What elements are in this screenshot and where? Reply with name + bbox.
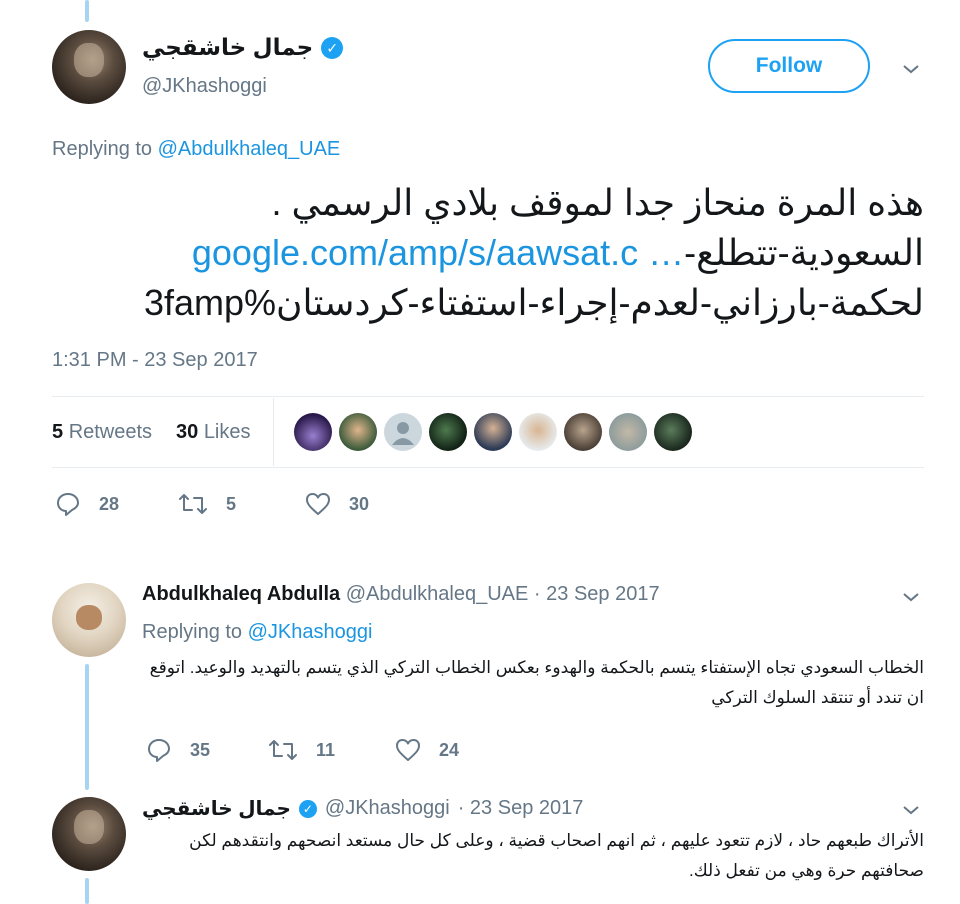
- reply2-text-line2: صحافتهم حرة وهي من تفعل ذلك.: [688, 861, 924, 880]
- thread-line-middle: [85, 664, 89, 790]
- likes-stat[interactable]: 30 Likes: [176, 421, 251, 444]
- retweets-stat[interactable]: 5 Retweets: [52, 421, 152, 444]
- thread-line-top: [85, 0, 89, 22]
- reply1-header: Abdulkhaleq Abdulla @Abdulkhaleq_UAE · 2…: [142, 583, 660, 606]
- default-user-icon: [392, 422, 414, 445]
- reply1-retweet-action[interactable]: 11: [268, 737, 335, 763]
- reply1-text-line2: ان تندد أو تنتقد السلوك التركي: [711, 688, 924, 707]
- avatar-abdulkhaleq[interactable]: [52, 583, 126, 657]
- liker-avatar[interactable]: [474, 413, 512, 451]
- heart-icon: [396, 739, 420, 761]
- replying-to: Replying to @Abdulkhaleq_UAE: [52, 138, 340, 161]
- tweet-menu-chevron-down-icon[interactable]: [902, 63, 920, 75]
- reply2-header: جمال خاشقجي ✓ @JKhashoggi · 23 Sep 2017: [142, 796, 583, 821]
- author-handle[interactable]: @JKhashoggi: [142, 75, 267, 98]
- tweet-text-line1: هذه المرة منحاز جدا لموقف بلادي الرسمي .: [271, 182, 924, 223]
- liker-avatar-default[interactable]: [384, 413, 422, 451]
- verified-badge-icon: ✓: [321, 36, 344, 59]
- tweet-text-line2-arabic: السعودية-تتطلع-: [684, 232, 924, 273]
- reply1-like-action[interactable]: 24: [395, 737, 459, 763]
- tweet-text-line3: لحكمة-بارزاني-لعدم-إجراء-استفتاء-كردستان…: [143, 282, 924, 323]
- reply1-reply-action[interactable]: 35: [146, 737, 210, 763]
- reply1-reply-count: 35: [190, 739, 211, 760]
- reply1-replying-to-handle-link[interactable]: @JKhashoggi: [248, 621, 373, 643]
- reply-icon: [148, 739, 170, 762]
- reply2-menu-chevron-down-icon[interactable]: [902, 804, 920, 816]
- likes-count: 30: [176, 421, 199, 443]
- retweet-icon: [179, 494, 207, 514]
- reply2-author-handle[interactable]: @JKhashoggi: [325, 797, 450, 820]
- reply1-author-handle[interactable]: @Abdulkhaleq_UAE: [346, 583, 529, 605]
- replying-to-label: Replying to: [52, 138, 153, 160]
- reply1-text-line1: الخطاب السعودي تجاه الإستفتاء يتسم بالحك…: [149, 658, 924, 677]
- liker-avatar[interactable]: [609, 413, 647, 451]
- reply1-menu-chevron-down-icon[interactable]: [902, 591, 920, 603]
- liker-avatar[interactable]: [564, 413, 602, 451]
- divider-stats-bottom: [52, 467, 924, 468]
- reply2-text: الأتراك طبعهم حاد ، لازم تتعود عليهم ، ث…: [142, 826, 924, 886]
- like-action[interactable]: 30: [305, 491, 369, 517]
- retweets-label: Retweets: [68, 421, 153, 443]
- reply1-like-count: 24: [439, 739, 460, 760]
- retweets-count: 5: [52, 421, 64, 443]
- liker-avatar[interactable]: [339, 413, 377, 451]
- reply-action[interactable]: 28: [55, 491, 119, 517]
- reply1-author-name[interactable]: Abdulkhaleq Abdulla: [142, 583, 340, 605]
- author-name[interactable]: جمال خاشقجي: [142, 34, 313, 61]
- tweet-text-line2: السعودية-تتطلع-google.com/amp/s/aawsat.c…: [52, 228, 924, 278]
- tweet-timestamp[interactable]: 1:31 PM - 23 Sep 2017: [52, 349, 258, 372]
- retweet-action[interactable]: 5: [178, 491, 236, 517]
- reply2-date[interactable]: · 23 Sep 2017: [458, 797, 584, 820]
- replying-to-handle-link[interactable]: @Abdulkhaleq_UAE: [158, 138, 341, 160]
- reply1-date[interactable]: · 23 Sep 2017: [534, 583, 660, 605]
- reply2-author-name[interactable]: جمال خاشقجي: [142, 796, 291, 821]
- reply1-text: الخطاب السعودي تجاه الإستفتاء يتسم بالحك…: [142, 653, 924, 713]
- author-name-row[interactable]: جمال خاشقجي ✓: [142, 34, 344, 61]
- liker-avatar[interactable]: [429, 413, 467, 451]
- reply1-replying-to-label: Replying to: [142, 621, 243, 643]
- liker-avatar[interactable]: [519, 413, 557, 451]
- liker-avatar[interactable]: [294, 413, 332, 451]
- reply-icon: [57, 493, 79, 516]
- avatar-jkhashoggi-reply[interactable]: [52, 797, 126, 871]
- like-count: 30: [349, 493, 370, 514]
- heart-icon: [306, 493, 330, 515]
- avatar-jkhashoggi[interactable]: [52, 30, 126, 104]
- reply2-text-line1: الأتراك طبعهم حاد ، لازم تتعود عليهم ، ث…: [189, 831, 924, 850]
- thread-line-bottom: [85, 878, 89, 904]
- divider-stats-top: [52, 396, 924, 397]
- stats-vertical-divider: [273, 398, 274, 466]
- tweet-url-link[interactable]: google.com/amp/s/aawsat.c …: [192, 232, 684, 273]
- retweet-count: 5: [226, 493, 237, 514]
- verified-badge-icon: ✓: [298, 799, 317, 818]
- reply1-replying-to: Replying to @JKhashoggi: [142, 621, 372, 644]
- likes-label: Likes: [203, 421, 251, 443]
- tweet-text: هذه المرة منحاز جدا لموقف بلادي الرسمي .…: [52, 178, 924, 328]
- follow-button[interactable]: Follow: [708, 39, 870, 93]
- retweet-icon: [269, 740, 297, 760]
- liker-avatar[interactable]: [654, 413, 692, 451]
- reply-count: 28: [99, 493, 120, 514]
- reply1-retweet-count: 11: [316, 739, 336, 760]
